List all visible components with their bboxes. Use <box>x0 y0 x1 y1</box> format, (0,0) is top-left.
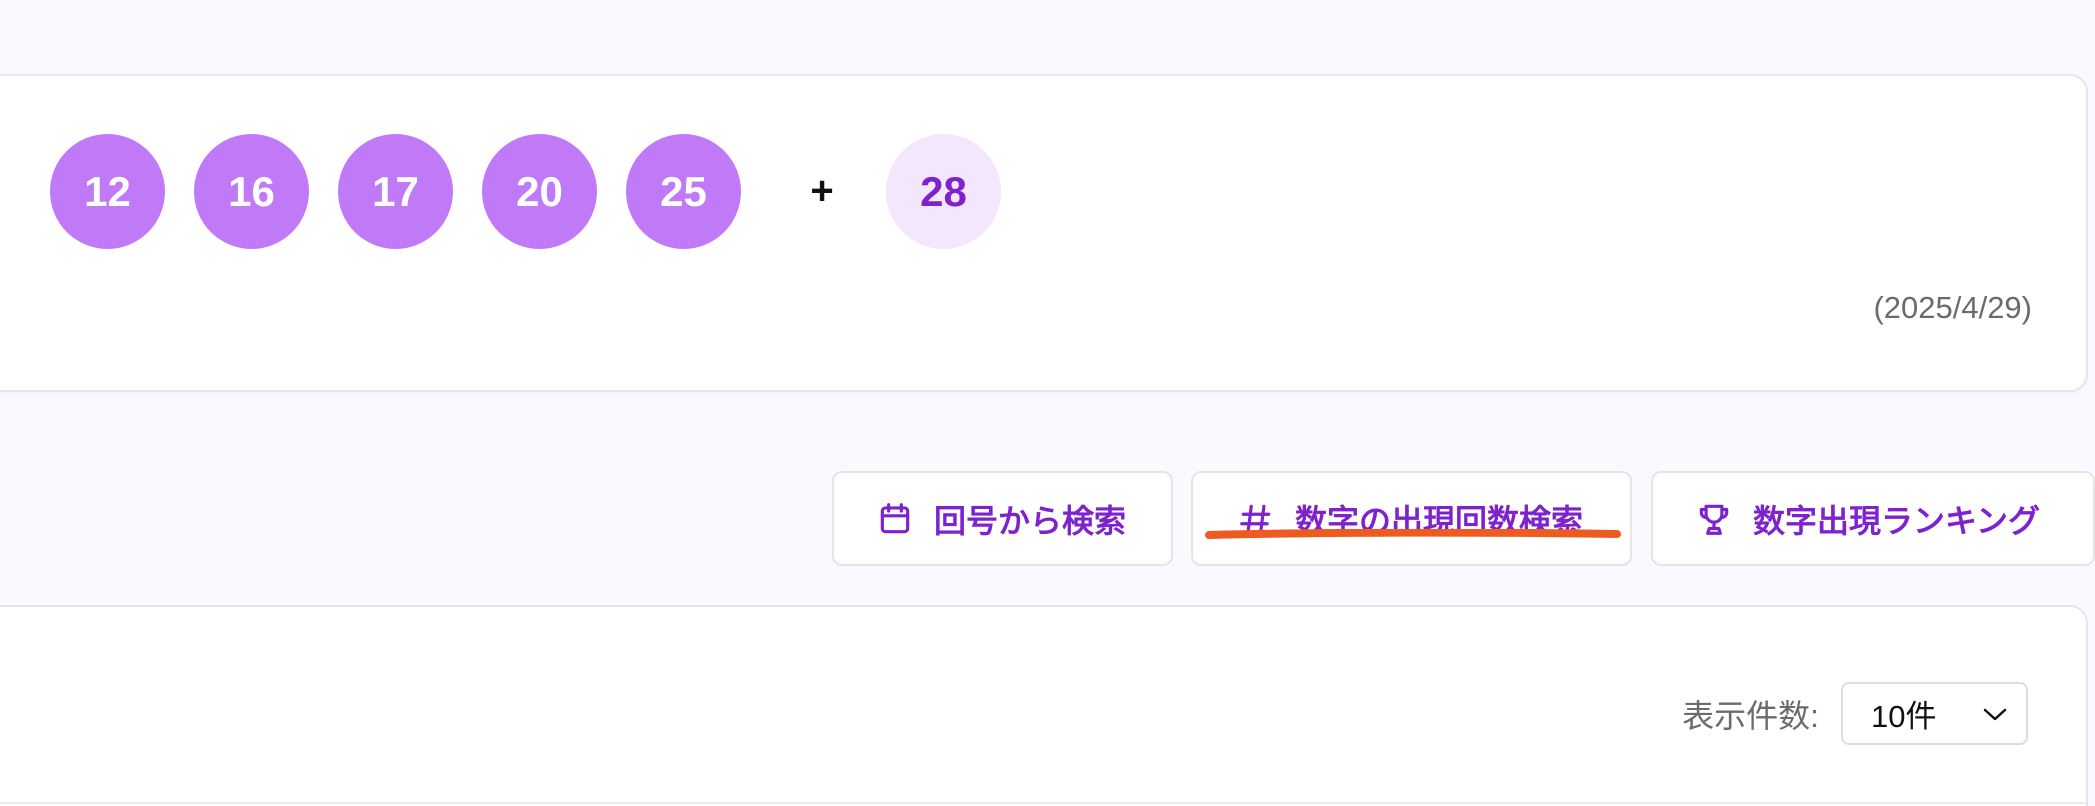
number-ranking-label: 数字出現ランキング <box>1753 502 2041 539</box>
page-size-select[interactable]: 10件 <box>1841 682 2028 745</box>
results-card: 表示件数: 10件 <box>0 605 2088 806</box>
number-ball: 20 <box>482 134 597 249</box>
number-ranking-button[interactable]: 数字出現ランキング <box>1651 471 2095 566</box>
page-size-value: 10件 <box>1871 699 1937 734</box>
number-ball: 16 <box>194 134 309 249</box>
page-size-label: 表示件数: <box>1682 697 1819 734</box>
number-ball: 17 <box>338 134 453 249</box>
winning-numbers: 12 16 17 20 25 + 28 <box>50 134 1030 249</box>
page: 12 16 17 20 25 + 28 (2025/4/29) 回号から検索 数… <box>0 0 2095 806</box>
calendar-icon <box>876 500 914 538</box>
hash-icon <box>1237 500 1275 538</box>
page-size-control: 表示件数: 10件 <box>1682 682 2028 745</box>
chevron-down-icon <box>1983 708 2007 721</box>
number-ball: 25 <box>626 134 741 249</box>
round-search-label: 回号から検索 <box>934 502 1127 539</box>
bonus-number-ball: 28 <box>886 134 1001 249</box>
number-count-search-label: 数字の出現回数検索 <box>1295 502 1584 539</box>
round-search-button[interactable]: 回号から検索 <box>832 471 1173 566</box>
number-count-search-button[interactable]: 数字の出現回数検索 <box>1191 471 1632 566</box>
number-ball: 12 <box>50 134 165 249</box>
draw-date: (2025/4/29) <box>1873 290 2032 325</box>
trophy-icon <box>1695 500 1733 538</box>
results-divider <box>0 802 2086 804</box>
plus-sign: + <box>810 169 834 213</box>
latest-draw-card: 12 16 17 20 25 + 28 (2025/4/29) <box>0 74 2088 392</box>
